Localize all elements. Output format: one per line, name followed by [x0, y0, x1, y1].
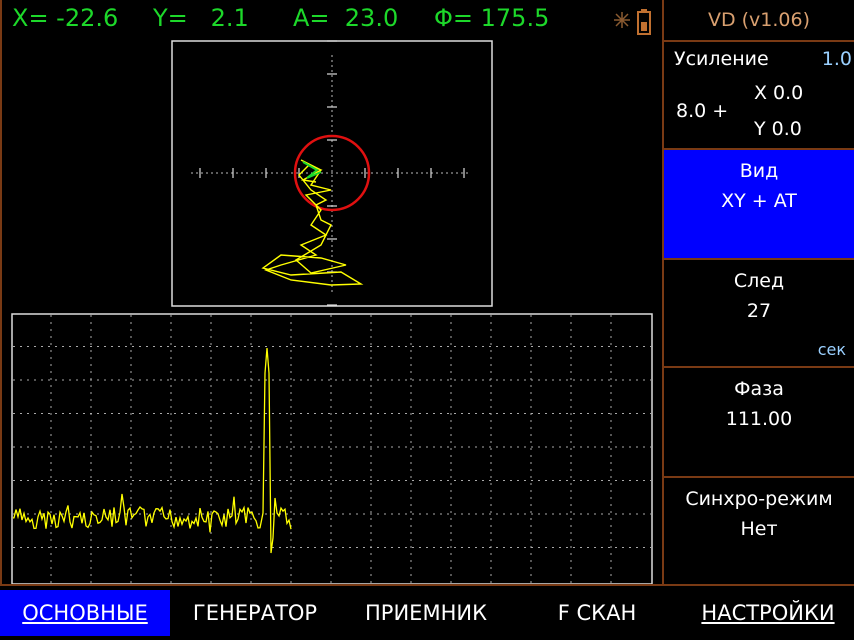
- phase-value: 111.00: [725, 408, 793, 430]
- settings-sidebar: VD (v1.06) Усиление 1.0 8.0 + X 0.0 Y 0.…: [662, 0, 854, 586]
- left-frame: [0, 0, 2, 586]
- sync-value: Нет: [740, 518, 778, 540]
- gain-panel[interactable]: Усиление 1.0 8.0 + X 0.0 Y 0.0: [664, 42, 854, 150]
- trace-unit: сек: [817, 340, 846, 359]
- gain-step: 1.0: [821, 48, 852, 70]
- version-label: VD (v1.06): [707, 9, 811, 31]
- tab-f-scan[interactable]: F СКАН: [512, 590, 682, 636]
- tab-main[interactable]: ОСНОВНЫЕ: [0, 590, 170, 636]
- view-panel[interactable]: Вид XY + AT: [664, 150, 854, 260]
- phase-panel[interactable]: Фаза 111.00: [664, 368, 854, 478]
- gain-y: Y 0.0: [754, 118, 802, 140]
- sync-label: Синхро-режим: [685, 488, 833, 510]
- x-value: X= -22.6: [12, 4, 119, 32]
- trace-value: 27: [746, 300, 772, 322]
- version-panel: VD (v1.06): [664, 0, 854, 42]
- trace-label: След: [733, 270, 785, 292]
- xy-plane-plot[interactable]: [171, 40, 493, 307]
- brightness-icon: [614, 12, 630, 28]
- phase-readout-value: Φ= 175.5: [434, 4, 550, 32]
- view-label: Вид: [739, 160, 779, 182]
- tab-receiver[interactable]: ПРИЕМНИК: [340, 590, 512, 636]
- gain-x: X 0.0: [754, 82, 804, 104]
- status-icons-svg: [614, 9, 651, 35]
- battery-icon: [637, 9, 651, 35]
- tab-settings[interactable]: НАСТРОЙКИ: [682, 590, 854, 636]
- gain-label: Усиление: [674, 48, 769, 70]
- view-value: XY + AT: [721, 190, 797, 212]
- tab-generator[interactable]: ГЕНЕРАТОР: [170, 590, 340, 636]
- status-icons: [612, 4, 662, 38]
- trace-panel[interactable]: След 27 сек: [664, 260, 854, 368]
- time-plot-border: [11, 313, 653, 585]
- bottom-tab-bar: ОСНОВНЫЕ ГЕНЕРАТОР ПРИЕМНИК F СКАН НАСТР…: [0, 590, 854, 640]
- bottom-frame: [0, 584, 854, 586]
- sync-panel[interactable]: Синхро-режим Нет: [664, 478, 854, 586]
- phase-label: Фаза: [734, 378, 784, 400]
- measurement-readout: X= -22.6 Y= 2.1 A= 23.0 Φ= 175.5: [12, 4, 549, 38]
- y-value: Y= 2.1: [153, 4, 249, 32]
- amplitude-value: A= 23.0: [293, 4, 399, 32]
- time-base-plot[interactable]: [11, 313, 653, 585]
- gain-value: 8.0 +: [676, 100, 729, 122]
